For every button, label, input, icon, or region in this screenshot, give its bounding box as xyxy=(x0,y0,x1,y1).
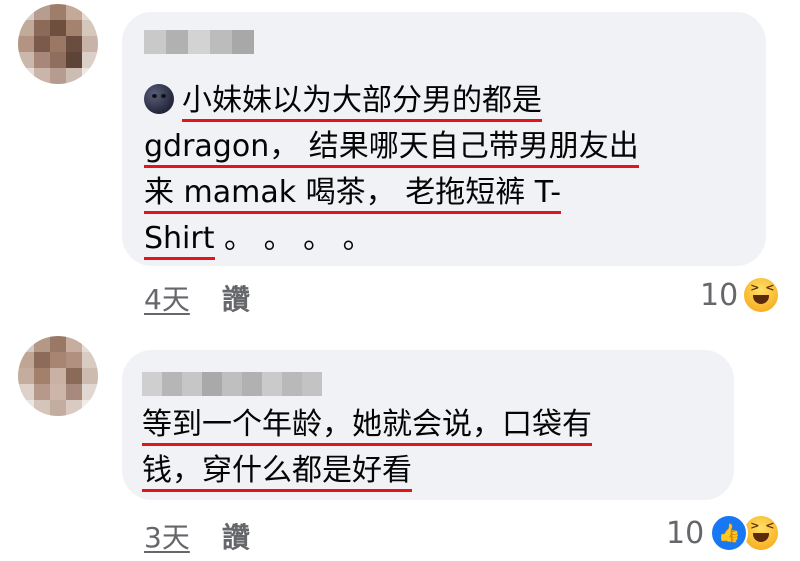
commenter-name[interactable] xyxy=(142,372,322,396)
like-button[interactable]: 讚 xyxy=(222,516,250,556)
comment-bubble: 小妹妹以为大部分男的都是 gdragon， 结果哪天自己带男朋友出 来 mama… xyxy=(122,12,766,266)
comment-text: 等到一个年龄，她就会说，口袋有 钱，穿什么都是好看 xyxy=(142,402,592,494)
commenter-name[interactable] xyxy=(144,30,254,54)
new-moon-face-icon xyxy=(144,84,174,114)
reaction-count: 10 xyxy=(666,515,705,551)
comment-text: 小妹妹以为大部分男的都是 gdragon， 结果哪天自己带男朋友出 来 mama… xyxy=(144,78,639,262)
comment-bubble: 等到一个年龄，她就会说，口袋有 钱，穿什么都是好看 xyxy=(122,350,734,500)
avatar[interactable] xyxy=(18,4,98,84)
comment-meta: 4天 讚 xyxy=(144,278,250,318)
reaction-summary[interactable]: 10 xyxy=(700,276,781,314)
timestamp-link[interactable]: 4天 xyxy=(144,278,190,318)
reaction-summary[interactable]: 10 👍 xyxy=(666,514,781,552)
timestamp-link[interactable]: 3天 xyxy=(144,516,190,556)
avatar[interactable] xyxy=(18,336,98,416)
like-button[interactable]: 讚 xyxy=(222,278,250,318)
haha-icon xyxy=(742,276,781,314)
comment-meta: 3天 讚 xyxy=(144,516,250,556)
like-icon: 👍 xyxy=(710,514,749,552)
reaction-count: 10 xyxy=(700,277,739,313)
